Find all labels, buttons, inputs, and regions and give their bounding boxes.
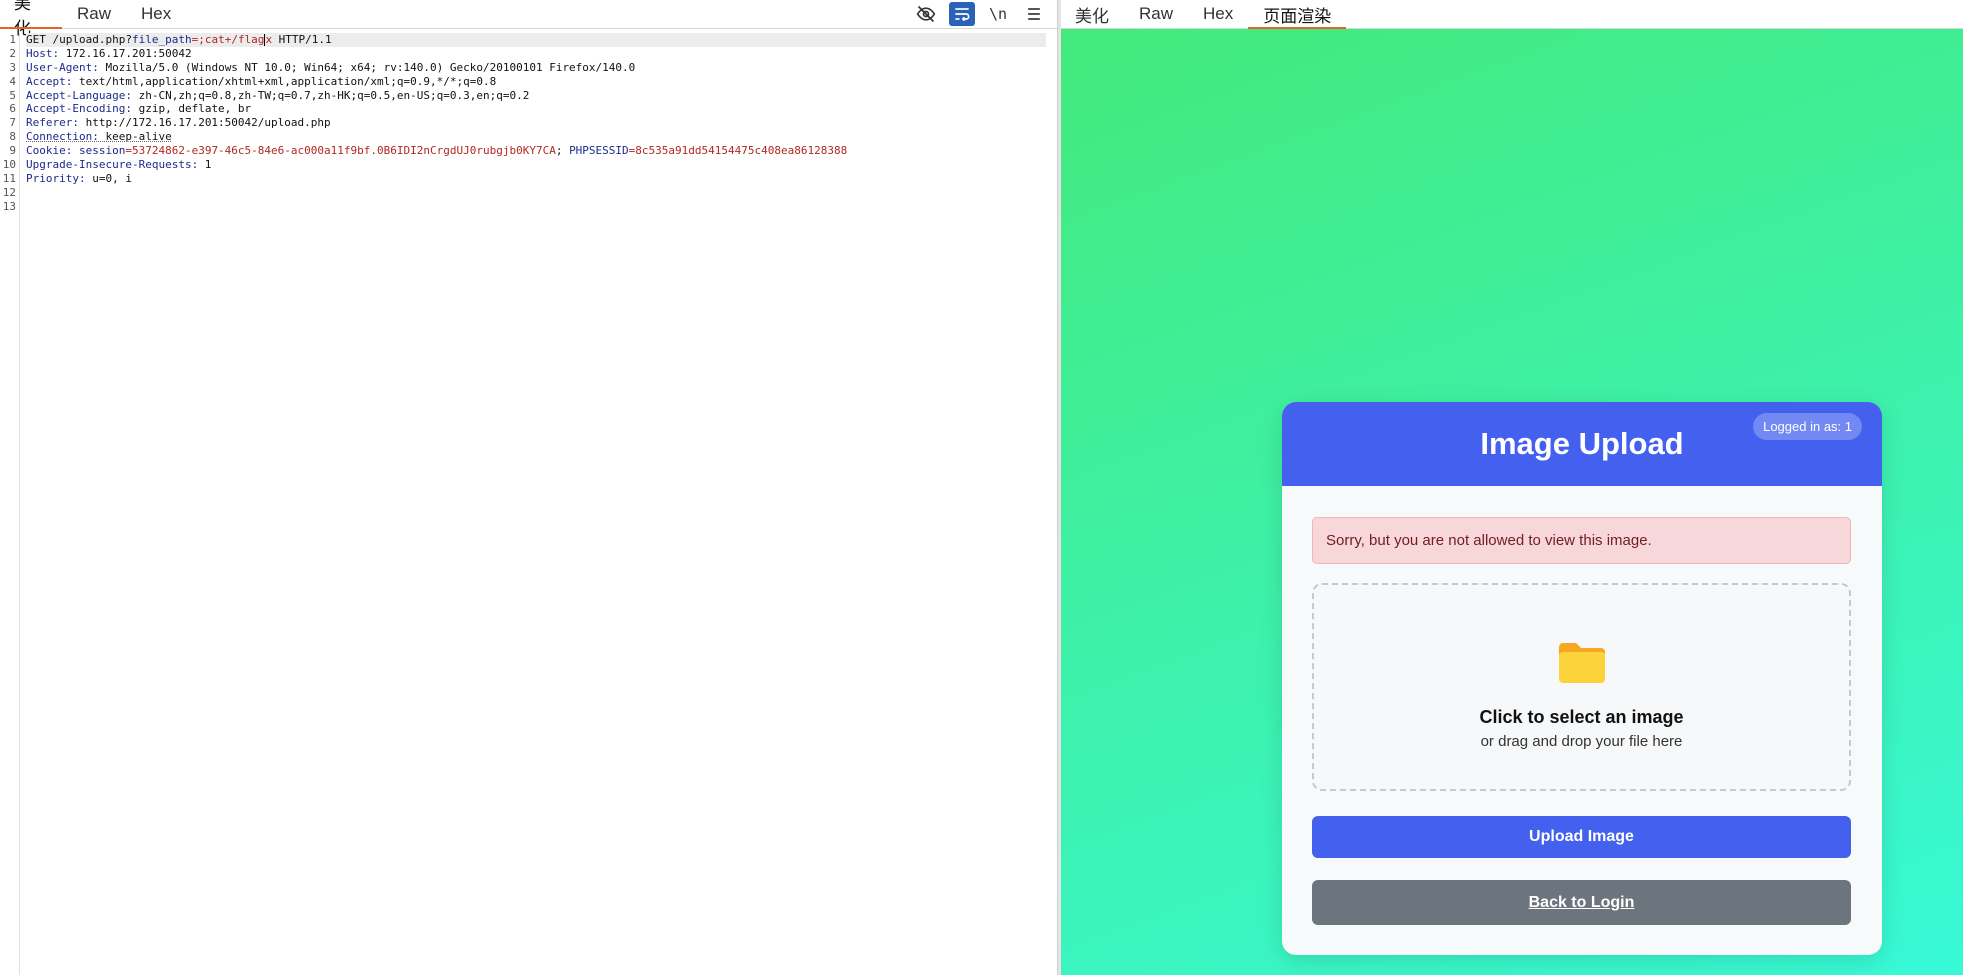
method-path: GET /upload.php? (26, 33, 132, 46)
dropzone-title: Click to select an image (1479, 707, 1684, 727)
back-to-login-link[interactable]: Back to Login (1312, 880, 1851, 925)
request-text[interactable]: GET /upload.php?file_path=;cat+/flagx HT… (26, 33, 1046, 214)
tab-pretty[interactable]: 美化 (0, 0, 62, 38)
card-header: Image Upload Logged in as: 1 (1282, 402, 1882, 486)
tab-pretty[interactable]: 美化 (1061, 0, 1124, 28)
header-value: keep-alive (98, 130, 172, 144)
cookie-value: 8c535a91dd54154475c408ea86128388 (635, 144, 848, 158)
cookie-line[interactable]: Cookie: session=53724862-e397-46c5-84e6-… (26, 144, 1046, 158)
header-line[interactable]: Referer: http://172.16.17.201:50042/uplo… (26, 116, 1046, 130)
header-key: Connection: (26, 130, 99, 144)
header-value: gzip, deflate, br (131, 102, 252, 116)
line-number: 4 (9, 74, 16, 88)
request-editor-pane: 美化 Raw Hex \n 1 2 3 4 5 6 7 8 9 10 11 12… (0, 0, 1057, 975)
raw-request-editor[interactable]: 1 2 3 4 5 6 7 8 9 10 11 12 13 GET /uploa… (0, 30, 1057, 975)
line-number: 11 (2, 171, 16, 185)
response-pane: 美化 Raw Hex 页面渲染 Image Upload Logged in a… (1061, 0, 1963, 975)
request-line[interactable]: GET /upload.php?file_path=;cat+/flagx HT… (26, 33, 1046, 47)
hamburger-menu-icon[interactable] (1021, 2, 1047, 26)
header-line[interactable]: Host: 172.16.17.201:50042 (26, 47, 1046, 61)
header-key: Accept: (26, 74, 73, 88)
line-number: 9 (9, 144, 16, 158)
header-line[interactable]: Priority: u=0, i (26, 172, 1046, 186)
header-key: Priority: (26, 171, 86, 185)
login-status-badge: Logged in as: 1 (1753, 413, 1862, 440)
line-number: 5 (9, 88, 16, 102)
query-param-key: file_path (131, 33, 192, 46)
cookie-value: 53724862-e397-46c5-84e6-ac000a11f9bf.0B6… (131, 144, 556, 158)
tab-raw[interactable]: Raw (62, 0, 126, 28)
header-value: http://172.16.17.201:50042/upload.php (78, 116, 331, 130)
line-number: 13 (2, 199, 16, 213)
tab-hex[interactable]: Hex (1188, 0, 1248, 28)
header-key: Upgrade-Insecure-Requests: (26, 158, 199, 172)
cookie-key: PHPSESSID (569, 144, 629, 158)
line-number: 2 (9, 46, 16, 60)
header-line[interactable]: Accept: text/html,application/xhtml+xml,… (26, 75, 1046, 89)
folder-icon (1559, 643, 1605, 683)
header-line[interactable]: Accept-Encoding: gzip, deflate, br (26, 102, 1046, 116)
upload-card: Image Upload Logged in as: 1 Sorry, but … (1282, 402, 1882, 955)
line-number: 8 (9, 130, 16, 144)
cookie-separator: ; (555, 144, 570, 158)
show-newlines-toggle[interactable]: \n (985, 2, 1011, 26)
header-value: 172.16.17.201:50042 (59, 46, 192, 60)
header-value: Mozilla/5.0 (Windows NT 10.0; Win64; x64… (98, 60, 636, 74)
cookie-eq: = (125, 144, 132, 158)
header-key: Host: (26, 46, 60, 60)
header-value: text/html,application/xhtml+xml,applicat… (72, 74, 497, 88)
rendered-page: Image Upload Logged in as: 1 Sorry, but … (1061, 29, 1963, 975)
tab-hex[interactable]: Hex (126, 0, 186, 28)
response-view-tabs: 美化 Raw Hex 页面渲染 (1061, 0, 1963, 29)
line-number: 12 (2, 185, 16, 199)
eye-off-icon[interactable] (913, 2, 939, 26)
line-number: 7 (9, 116, 16, 130)
tab-raw[interactable]: Raw (1124, 0, 1188, 28)
header-value: 1 (198, 158, 212, 172)
dropzone-subtitle: or drag and drop your file here (1480, 733, 1683, 750)
file-dropzone[interactable]: Click to select an image or drag and dro… (1312, 583, 1851, 791)
line-number: 6 (9, 102, 16, 116)
http-version: HTTP/1.1 (272, 33, 332, 46)
header-key: User-Agent: (26, 60, 99, 74)
header-key: Accept-Encoding: (26, 102, 132, 116)
upload-image-button[interactable]: Upload Image (1312, 816, 1851, 858)
header-line[interactable]: Connection: keep-alive (26, 130, 1046, 144)
header-key: Accept-Language: (26, 88, 132, 102)
cookie-key: session (78, 144, 126, 158)
tab-render[interactable]: 页面渲染 (1248, 0, 1347, 29)
empty-line[interactable] (26, 200, 1046, 214)
request-view-tabs: 美化 Raw Hex \n (0, 0, 1057, 38)
header-line[interactable]: User-Agent: Mozilla/5.0 (Windows NT 10.0… (26, 61, 1046, 75)
header-line[interactable]: Accept-Language: zh-CN,zh;q=0.8,zh-TW;q=… (26, 89, 1046, 103)
error-alert: Sorry, but you are not allowed to view t… (1312, 517, 1851, 564)
wrap-lines-icon[interactable] (949, 2, 975, 26)
line-number: 1 (9, 33, 16, 46)
header-line[interactable]: Upgrade-Insecure-Requests: 1 (26, 158, 1046, 172)
empty-line[interactable] (26, 186, 1046, 200)
editor-toolbar: \n (913, 0, 1047, 28)
line-number: 3 (9, 60, 16, 74)
header-key: Cookie: (26, 144, 73, 158)
header-value: zh-CN,zh;q=0.8,zh-TW;q=0.7,zh-HK;q=0.5,e… (131, 88, 530, 102)
line-number-gutter: 1 2 3 4 5 6 7 8 9 10 11 12 13 (0, 33, 20, 975)
header-value: u=0, i (85, 171, 132, 185)
line-number: 10 (2, 158, 16, 172)
header-key: Referer: (26, 116, 79, 130)
query-param-value: ;cat+/flag (198, 33, 265, 46)
